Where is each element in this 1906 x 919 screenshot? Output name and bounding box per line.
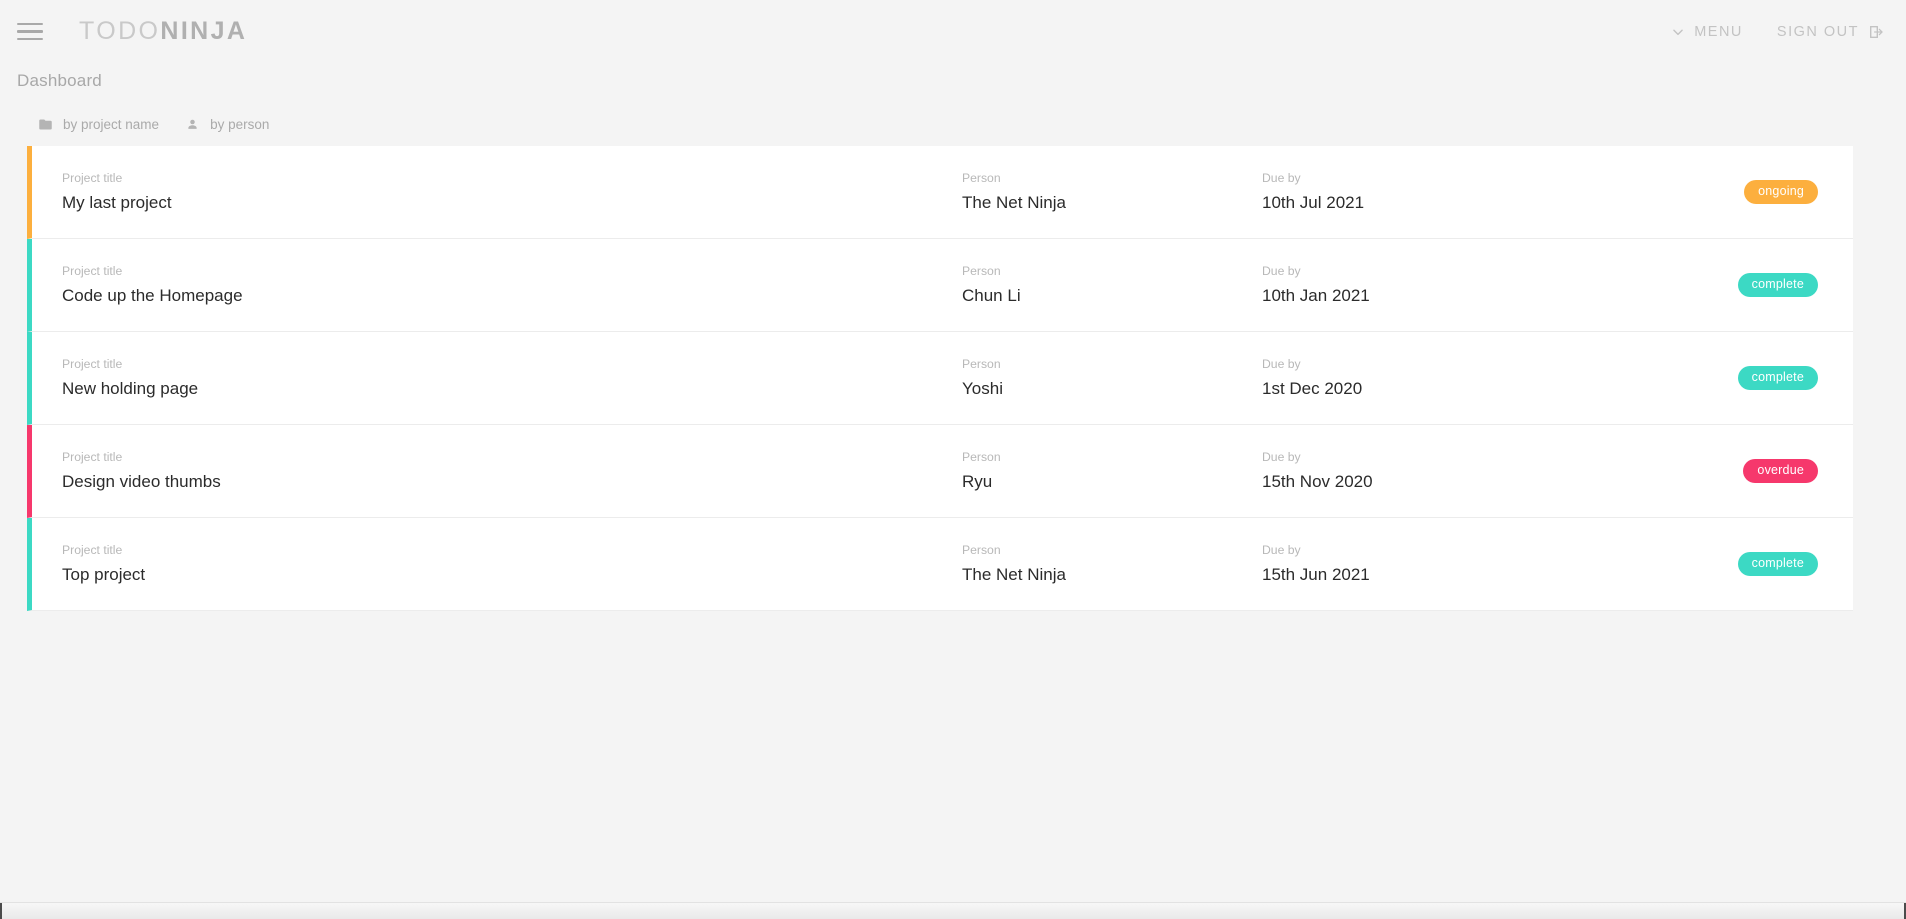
folder-icon: [38, 117, 53, 132]
project-person-cell: Person The Net Ninja: [962, 171, 1262, 213]
column-header-person: Person: [962, 449, 1001, 464]
app-window: TODONINJA MENU SIGN OUT Dashboard by pro…: [0, 0, 1906, 919]
project-person-value: The Net Ninja: [962, 192, 1066, 212]
project-due-cell: Due by 1st Dec 2020: [1262, 357, 1592, 399]
filter-tabs: by project name by person: [0, 91, 1906, 146]
status-badge: complete: [1737, 552, 1818, 576]
table-row[interactable]: Project title Code up the Homepage Perso…: [27, 239, 1853, 332]
status-badge: complete: [1737, 273, 1818, 297]
column-header-due: Due by: [1262, 356, 1301, 371]
project-status-cell: ongoing: [1592, 180, 1853, 204]
project-title-cell: Project title Code up the Homepage: [62, 264, 962, 306]
project-due-value: 10th Jan 2021: [1262, 285, 1370, 305]
project-due-cell: Due by 15th Jun 2021: [1262, 543, 1592, 585]
menu-dropdown-button[interactable]: MENU: [1671, 24, 1743, 40]
project-due-cell: Due by 10th Jan 2021: [1262, 264, 1592, 306]
project-status-cell: complete: [1592, 366, 1853, 390]
project-person-cell: Person Yoshi: [962, 357, 1262, 399]
logo-text-todo: TODO: [79, 17, 161, 45]
project-title-value: Top project: [62, 564, 146, 584]
logo-text-ninja: NINJA: [160, 17, 248, 45]
status-badge: overdue: [1743, 459, 1818, 483]
project-person-value: The Net Ninja: [962, 564, 1066, 584]
menu-label: MENU: [1694, 23, 1743, 40]
project-list: Project title My last project Person The…: [27, 146, 1853, 611]
column-header-person: Person: [962, 170, 1001, 185]
column-header-person: Person: [962, 542, 1001, 557]
hamburger-menu-icon[interactable]: [17, 19, 43, 45]
project-due-cell: Due by 10th Jul 2021: [1262, 171, 1592, 213]
status-badge: ongoing: [1744, 180, 1818, 204]
sign-out-button[interactable]: SIGN OUT: [1777, 24, 1884, 40]
column-header-due: Due by: [1262, 542, 1301, 557]
column-header-person: Person: [962, 356, 1001, 371]
column-header-title: Project title: [62, 542, 123, 557]
project-person-value: Ryu: [962, 471, 993, 491]
hamburger-line: [17, 30, 43, 33]
top-navbar: TODONINJA MENU SIGN OUT: [0, 0, 1906, 63]
sign-out-label: SIGN OUT: [1776, 23, 1859, 40]
project-status-cell: complete: [1592, 273, 1853, 297]
filter-by-person[interactable]: by person: [185, 117, 269, 132]
project-title-value: Code up the Homepage: [62, 285, 243, 305]
project-due-value: 15th Nov 2020: [1262, 471, 1373, 491]
person-icon: [185, 117, 200, 132]
project-title-cell: Project title My last project: [62, 171, 962, 213]
chevron-down-icon: [1671, 25, 1685, 39]
project-person-cell: Person Ryu: [962, 450, 1262, 492]
table-row[interactable]: Project title Design video thumbs Person…: [27, 425, 1853, 518]
project-due-cell: Due by 15th Nov 2020: [1262, 450, 1592, 492]
logout-icon: [1868, 24, 1884, 40]
project-person-value: Yoshi: [962, 378, 1003, 398]
table-row[interactable]: Project title My last project Person The…: [27, 146, 1853, 239]
project-title-cell: Project title Design video thumbs: [62, 450, 962, 492]
filter-label: by project name: [63, 117, 160, 132]
column-header-title: Project title: [62, 170, 123, 185]
project-due-value: 15th Jun 2021: [1262, 564, 1370, 584]
project-title-cell: Project title Top project: [62, 543, 962, 585]
filter-by-project-name[interactable]: by project name: [38, 117, 159, 132]
column-header-person: Person: [962, 263, 1001, 278]
project-due-value: 10th Jul 2021: [1262, 192, 1365, 212]
project-due-value: 1st Dec 2020: [1262, 378, 1363, 398]
filter-label: by person: [210, 117, 270, 132]
column-header-title: Project title: [62, 356, 123, 371]
project-status-cell: complete: [1592, 552, 1853, 576]
app-logo[interactable]: TODONINJA: [79, 17, 247, 46]
navbar-actions: MENU SIGN OUT: [1671, 24, 1884, 40]
status-badge: complete: [1737, 366, 1818, 390]
column-header-title: Project title: [62, 449, 123, 464]
column-header-due: Due by: [1262, 449, 1301, 464]
project-title-value: My last project: [62, 192, 172, 212]
project-person-cell: Person Chun Li: [962, 264, 1262, 306]
column-header-due: Due by: [1262, 263, 1301, 278]
project-title-cell: Project title New holding page: [62, 357, 962, 399]
hamburger-line: [17, 22, 43, 26]
project-status-cell: overdue: [1592, 459, 1853, 483]
project-person-value: Chun Li: [962, 285, 1021, 305]
project-title-value: New holding page: [62, 378, 199, 398]
table-row[interactable]: Project title Top project Person The Net…: [27, 518, 1853, 611]
project-person-cell: Person The Net Ninja: [962, 543, 1262, 585]
hamburger-line: [17, 37, 43, 41]
horizontal-scrollbar[interactable]: [0, 902, 1906, 919]
column-header-due: Due by: [1262, 170, 1301, 185]
page-title: Dashboard: [17, 71, 102, 90]
table-row[interactable]: Project title New holding page Person Yo…: [27, 332, 1853, 425]
column-header-title: Project title: [62, 263, 123, 278]
project-title-value: Design video thumbs: [62, 471, 221, 491]
